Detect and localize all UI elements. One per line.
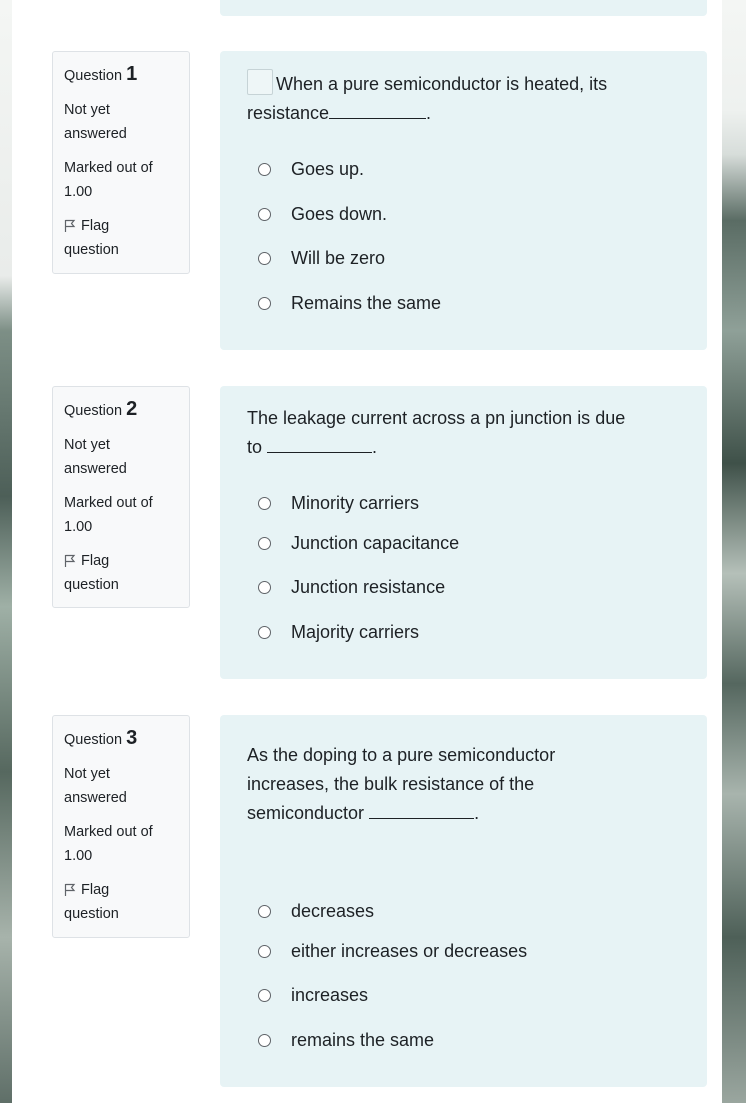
question-grade: Marked out of 1.00 <box>64 820 189 868</box>
question-text-line-2: increases, the bulk resistance of the <box>247 774 535 794</box>
question-text-line-1: As the doping to a pure semiconductor <box>247 745 556 765</box>
question-grade: Marked out of 1.00 <box>64 491 189 539</box>
question-content-3: As the doping to a pure semiconductor in… <box>220 715 707 1087</box>
flag-question-toggle[interactable]: Flag question <box>64 878 189 926</box>
question-text-line-2: to <box>247 437 263 457</box>
question-text: The leakage current across a pn junction… <box>247 404 687 462</box>
question-label: Question <box>64 403 123 419</box>
marked-label: Marked out of <box>64 160 153 176</box>
marked-value: 1.00 <box>64 184 93 200</box>
flag-label-2: question <box>64 242 119 258</box>
answer-option[interactable]: increases <box>258 985 368 1006</box>
state-line-1: Not yet <box>64 766 110 782</box>
background-left-edge <box>0 0 12 1103</box>
flag-icon <box>64 554 76 567</box>
flag-question-toggle[interactable]: Flag question <box>64 214 189 262</box>
state-line-2: answered <box>64 126 127 142</box>
flag-label-2: question <box>64 906 119 922</box>
radio-button[interactable] <box>258 163 271 176</box>
flag-icon <box>64 219 76 232</box>
radio-button[interactable] <box>258 1034 271 1047</box>
answer-label: Majority carriers <box>291 622 420 642</box>
flag-icon <box>64 883 76 896</box>
answer-label: decreases <box>291 901 375 921</box>
background-right-edge <box>722 0 746 1103</box>
answer-option[interactable]: Goes up. <box>258 159 364 180</box>
marked-value: 1.00 <box>64 848 93 864</box>
radio-button[interactable] <box>258 989 271 1002</box>
answer-option[interactable]: Minority carriers <box>258 493 419 514</box>
answer-label: Minority carriers <box>291 493 420 513</box>
answer-label: remains the same <box>291 1030 435 1050</box>
answer-option[interactable]: Will be zero <box>258 248 385 269</box>
previous-question-content-edge <box>220 0 707 16</box>
question-text-line-3: semiconductor <box>247 803 365 823</box>
answer-label: Junction resistance <box>291 577 446 597</box>
answer-label: Goes up. <box>291 159 365 179</box>
question-state: Not yet answered <box>64 98 189 146</box>
question-number: 1 <box>126 63 138 85</box>
fill-in-blank <box>369 817 475 819</box>
marked-label: Marked out of <box>64 495 153 511</box>
question-text: When a pure semiconductor is heated, its… <box>247 69 687 128</box>
radio-button[interactable] <box>258 626 271 639</box>
fill-in-blank <box>267 451 373 453</box>
state-line-1: Not yet <box>64 102 110 118</box>
question-text-line-1: When a pure semiconductor is heated, its <box>276 74 608 94</box>
question-state: Not yet answered <box>64 762 189 810</box>
answer-option[interactable]: Remains the same <box>258 293 441 314</box>
radio-button[interactable] <box>258 297 271 310</box>
answer-label: Junction capacitance <box>291 533 460 553</box>
state-line-1: Not yet <box>64 437 110 453</box>
radio-button[interactable] <box>258 208 271 221</box>
answer-label: Will be zero <box>291 248 386 268</box>
answer-label: either increases or decreases <box>291 941 528 961</box>
question-text-end: . <box>474 803 480 823</box>
radio-button[interactable] <box>258 945 271 958</box>
answer-option[interactable]: Junction resistance <box>258 577 445 598</box>
answer-option[interactable]: Goes down. <box>258 204 387 225</box>
answer-option[interactable]: either increases or decreases <box>258 941 527 962</box>
answer-option[interactable]: Junction capacitance <box>258 533 459 554</box>
answer-option[interactable]: decreases <box>258 901 374 922</box>
question-text-line-2: resistance <box>247 103 330 123</box>
radio-button[interactable] <box>258 497 271 510</box>
quiz-page: Question 1 Not yet answered Marked out o… <box>12 0 722 1103</box>
marked-value: 1.00 <box>64 519 93 535</box>
question-number: 3 <box>126 727 138 749</box>
state-line-2: answered <box>64 461 127 477</box>
flag-label: Flag <box>81 882 110 898</box>
flag-label-2: question <box>64 577 119 593</box>
radio-button[interactable] <box>258 581 271 594</box>
question-grade: Marked out of 1.00 <box>64 156 189 204</box>
question-text: As the doping to a pure semiconductor in… <box>247 741 687 828</box>
answer-option[interactable]: Majority carriers <box>258 622 419 643</box>
question-text-end: . <box>426 103 432 123</box>
question-label: Question <box>64 68 123 84</box>
question-content-2: The leakage current across a pn junction… <box>220 386 707 679</box>
question-info-3: Question 3 Not yet answered Marked out o… <box>52 715 190 938</box>
radio-button[interactable] <box>258 537 271 550</box>
radio-button[interactable] <box>258 905 271 918</box>
answer-label: increases <box>291 985 369 1005</box>
question-state: Not yet answered <box>64 433 189 481</box>
answer-option[interactable]: remains the same <box>258 1030 434 1051</box>
flag-label: Flag <box>81 218 110 234</box>
fill-in-blank <box>329 117 427 119</box>
question-info-2: Question 2 Not yet answered Marked out o… <box>52 386 190 608</box>
flag-question-toggle[interactable]: Flag question <box>64 549 189 597</box>
question-image-placeholder <box>247 69 273 95</box>
state-line-2: answered <box>64 790 127 806</box>
answer-label: Remains the same <box>291 293 442 313</box>
answer-label: Goes down. <box>291 204 388 224</box>
radio-button[interactable] <box>258 252 271 265</box>
question-text-line-1: The leakage current across a pn junction… <box>247 408 626 428</box>
question-label: Question <box>64 732 123 748</box>
question-info-1: Question 1 Not yet answered Marked out o… <box>52 51 190 274</box>
question-content-1: When a pure semiconductor is heated, its… <box>220 51 707 350</box>
question-number: 2 <box>126 398 138 420</box>
marked-label: Marked out of <box>64 824 153 840</box>
question-text-end: . <box>372 437 378 457</box>
flag-label: Flag <box>81 553 110 569</box>
